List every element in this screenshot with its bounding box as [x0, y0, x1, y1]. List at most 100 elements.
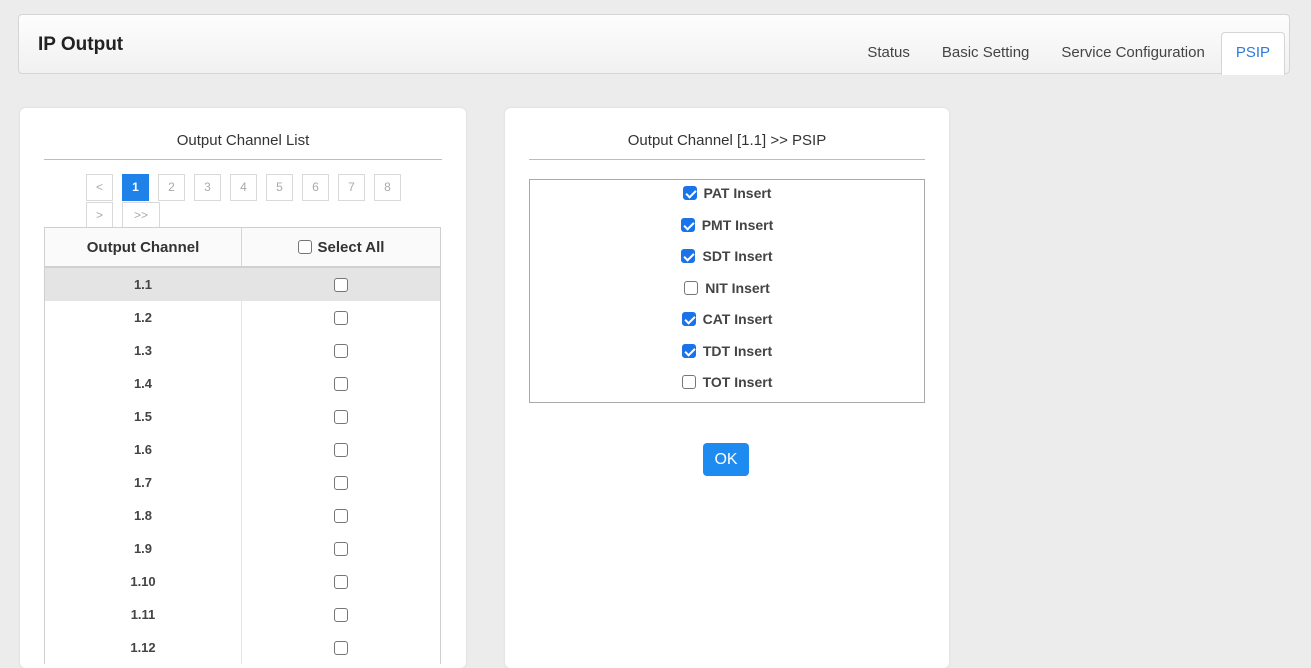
row-checkbox[interactable] [334, 409, 348, 424]
row-checkbox[interactable] [334, 541, 348, 556]
tab-psip[interactable]: PSIP [1220, 32, 1285, 75]
select-cell [242, 466, 440, 499]
psip-option-sdt-insert[interactable]: SDT Insert [530, 246, 924, 266]
select-cell [242, 565, 440, 598]
page-button-1[interactable]: 1 [122, 174, 149, 201]
psip-option-label[interactable]: TOT Insert [703, 374, 773, 390]
psip-option-checkbox[interactable] [684, 281, 699, 295]
psip-option-pmt-insert[interactable]: PMT Insert [530, 215, 924, 235]
output-channel-list-panel: Output Channel List < 1 2 3 4 5 6 7 8 > … [20, 108, 466, 668]
select-cell [242, 532, 440, 565]
psip-option-label[interactable]: CAT Insert [703, 311, 773, 327]
select-cell [242, 631, 440, 664]
psip-option-checkbox[interactable] [681, 344, 696, 358]
row-checkbox[interactable] [334, 442, 348, 457]
psip-option-nit-insert[interactable]: NIT Insert [530, 278, 924, 298]
row-checkbox[interactable] [334, 310, 348, 325]
psip-option-cat-insert[interactable]: CAT Insert [530, 309, 924, 329]
select-cell [242, 400, 440, 433]
page-button-2[interactable]: 2 [158, 174, 185, 201]
psip-option-tot-insert[interactable]: TOT Insert [530, 372, 924, 392]
psip-option-label[interactable]: PAT Insert [704, 185, 772, 201]
ok-button[interactable]: OK [703, 443, 749, 476]
next-page-button[interactable]: > [86, 202, 113, 229]
select-cell [242, 499, 440, 532]
row-checkbox[interactable] [334, 343, 348, 358]
tab-bar: Status Basic Setting Service Configurati… [851, 32, 1285, 75]
table-row[interactable]: 1.8 [45, 499, 440, 532]
select-cell [242, 433, 440, 466]
table-row[interactable]: 1.4 [45, 367, 440, 400]
panel-title: Output Channel List [44, 132, 442, 160]
table-header: Output Channel Select All [45, 228, 440, 268]
row-checkbox[interactable] [334, 574, 348, 589]
row-checkbox[interactable] [334, 475, 348, 490]
prev-page-button[interactable]: < [86, 174, 113, 201]
psip-option-label[interactable]: SDT Insert [702, 248, 772, 264]
row-checkbox[interactable] [334, 376, 348, 391]
tab-service-configuration[interactable]: Service Configuration [1045, 33, 1220, 75]
header-bar: IP Output Status Basic Setting Service C… [18, 14, 1290, 75]
page-button-4[interactable]: 4 [230, 174, 257, 201]
row-checkbox[interactable] [334, 277, 348, 292]
output-channel-cell: 1.9 [45, 532, 242, 565]
last-page-button[interactable]: >> [122, 202, 160, 229]
psip-options-box: PAT Insert PMT Insert SDT Insert NIT Insert… [529, 179, 925, 403]
psip-option-checkbox[interactable] [680, 218, 695, 232]
output-channel-cell: 1.2 [45, 301, 242, 334]
psip-option-checkbox[interactable] [681, 249, 696, 263]
output-channel-cell: 1.11 [45, 598, 242, 631]
output-channel-cell: 1.6 [45, 433, 242, 466]
table-row[interactable]: 1.12 [45, 631, 440, 664]
select-all-checkbox[interactable] [297, 240, 312, 254]
page-button-6[interactable]: 6 [302, 174, 329, 201]
psip-option-tdt-insert[interactable]: TDT Insert [530, 341, 924, 361]
psip-settings-panel: Output Channel [1.1] >> PSIP PAT Insert P… [505, 108, 949, 668]
column-header-output-channel: Output Channel [45, 228, 242, 266]
select-cell [242, 301, 440, 334]
table-row[interactable]: 1.10 [45, 565, 440, 598]
column-header-select-all: Select All [242, 228, 440, 266]
output-channel-cell: 1.3 [45, 334, 242, 367]
output-channel-cell: 1.12 [45, 631, 242, 664]
row-checkbox[interactable] [334, 607, 348, 622]
page-button-8[interactable]: 8 [374, 174, 401, 201]
tab-basic-setting[interactable]: Basic Setting [926, 33, 1046, 75]
select-cell [242, 598, 440, 631]
psip-option-label[interactable]: NIT Insert [705, 280, 770, 296]
select-cell [242, 268, 440, 301]
output-channel-table: Output Channel Select All 1.1 1.2 1.3 1.4 1.… [44, 227, 441, 664]
psip-option-label[interactable]: TDT Insert [703, 343, 772, 359]
output-channel-cell: 1.5 [45, 400, 242, 433]
page-title: IP Output [38, 34, 124, 55]
page-button-5[interactable]: 5 [266, 174, 293, 201]
table-row[interactable]: 1.6 [45, 433, 440, 466]
table-row[interactable]: 1.9 [45, 532, 440, 565]
table-row[interactable]: 1.7 [45, 466, 440, 499]
row-checkbox[interactable] [334, 640, 348, 655]
table-row[interactable]: 1.5 [45, 400, 440, 433]
table-row[interactable]: 1.3 [45, 334, 440, 367]
psip-option-label[interactable]: PMT Insert [702, 217, 774, 233]
output-channel-cell: 1.10 [45, 565, 242, 598]
table-row[interactable]: 1.2 [45, 301, 440, 334]
psip-option-checkbox[interactable] [682, 186, 697, 200]
table-row[interactable]: 1.11 [45, 598, 440, 631]
output-channel-cell: 1.1 [45, 268, 242, 301]
psip-option-pat-insert[interactable]: PAT Insert [530, 183, 924, 203]
select-all-label[interactable]: Select All [318, 239, 385, 256]
page-button-3[interactable]: 3 [194, 174, 221, 201]
select-cell [242, 334, 440, 367]
output-channel-cell: 1.4 [45, 367, 242, 400]
page-button-7[interactable]: 7 [338, 174, 365, 201]
select-cell [242, 367, 440, 400]
psip-option-checkbox[interactable] [681, 312, 696, 326]
tab-status[interactable]: Status [851, 33, 926, 75]
table-row[interactable]: 1.1 [45, 268, 440, 301]
panel-title: Output Channel [1.1] >> PSIP [529, 132, 925, 160]
output-channel-cell: 1.8 [45, 499, 242, 532]
row-checkbox[interactable] [334, 508, 348, 523]
output-channel-cell: 1.7 [45, 466, 242, 499]
psip-option-checkbox[interactable] [681, 375, 696, 389]
table-body: 1.1 1.2 1.3 1.4 1.5 1.6 1.7 1.8 1.9 1.10 1.11 1.12 [45, 268, 440, 664]
